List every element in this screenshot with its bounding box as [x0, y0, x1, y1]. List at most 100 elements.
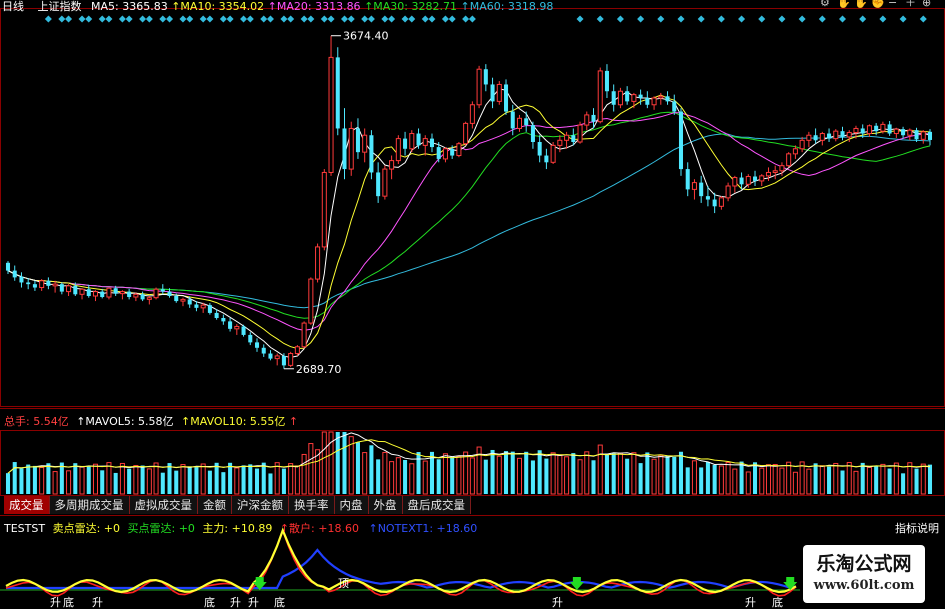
signal-diamond	[361, 15, 369, 23]
volume-bar-up	[456, 456, 462, 495]
candle-body-up	[516, 117, 522, 129]
candle-body-down	[281, 355, 286, 366]
volume-bar-down	[5, 473, 11, 494]
candle-body-down	[483, 69, 488, 85]
candle-body-up	[564, 134, 570, 141]
period-label[interactable]: 日线	[2, 0, 24, 13]
signal-diamond	[697, 15, 705, 23]
tab-1[interactable]: 多周期成交量	[49, 496, 130, 514]
signal-diamond	[186, 15, 194, 23]
signal-label: 底	[772, 595, 783, 609]
volume-bar-up	[39, 467, 45, 495]
total-volume: 总手: 5.54亿	[4, 415, 69, 428]
candle-body-down	[927, 131, 933, 140]
candle-body-down	[604, 70, 609, 92]
candle-body-up	[409, 133, 415, 150]
volume-bar-down	[705, 461, 710, 494]
hand-icon[interactable]: ✋	[837, 0, 851, 9]
candle-body-up	[469, 104, 475, 124]
high-label: 3674.40	[343, 30, 389, 43]
volume-bar-up	[234, 467, 240, 495]
candle-body-down	[901, 129, 906, 136]
volume-bar-down	[59, 462, 64, 494]
tab-6[interactable]: 内盘	[334, 496, 369, 514]
signal-diamond	[758, 15, 766, 23]
tab-2[interactable]: 虚拟成交量	[129, 496, 198, 514]
settings-icon[interactable]: ⚙	[820, 0, 830, 9]
volume-bar-up	[866, 466, 872, 495]
indicator-tabs: 成交量 多周期成交量 虚拟成交量 金额 沪深金额 换手率 内盘 外盘 盘后成交量	[4, 496, 471, 514]
volume-bar-down	[813, 463, 818, 494]
candle-body-up	[52, 283, 58, 287]
signal-diamond	[576, 15, 584, 23]
candle-body-down	[241, 326, 246, 335]
volume-arrow: ↑	[288, 415, 299, 428]
volume-bar-up	[180, 464, 186, 495]
tab-0[interactable]: 成交量	[4, 496, 50, 514]
indicator-help-button[interactable]: 指标说明	[895, 520, 939, 536]
volume-bar-down	[113, 472, 118, 494]
volume-bar-down	[625, 458, 630, 494]
tab-7[interactable]: 外盘	[368, 496, 403, 514]
candle-body-down	[5, 262, 11, 271]
notext1-line	[6, 548, 797, 590]
volume-bar-up	[772, 464, 778, 495]
candle-body-up	[745, 176, 751, 185]
volume-bar-down	[914, 468, 919, 494]
candle-body-down	[860, 128, 865, 134]
volume-bar-up	[564, 456, 570, 495]
signal-diamond	[462, 15, 470, 23]
candle-body-down	[490, 84, 495, 102]
candle-body-up	[315, 246, 321, 280]
tab-4[interactable]: 沪深金额	[232, 496, 289, 514]
fist-icon[interactable]: ✊	[871, 0, 885, 9]
volume-bar-down	[12, 462, 17, 494]
candle-body-down	[665, 96, 670, 102]
plus-icon[interactable]: ＋	[905, 0, 916, 9]
ma5-line	[7, 88, 931, 358]
tab-5[interactable]: 换手率	[289, 496, 335, 514]
volume-bar-down	[241, 465, 246, 494]
volume-bar-up	[846, 462, 852, 495]
ma20-line	[7, 112, 931, 331]
candle-body-down	[187, 299, 192, 305]
candle-body-up	[732, 177, 738, 187]
candle-body-down	[827, 133, 832, 139]
volume-bar-down	[221, 472, 226, 494]
candle-body-up	[786, 153, 792, 167]
signal-label: 升	[50, 596, 61, 609]
candle-body-down	[254, 342, 260, 348]
candle-body-down	[914, 130, 919, 140]
candle-body-up	[718, 197, 724, 207]
tab-3[interactable]: 金额	[198, 496, 232, 514]
volume-bar-up	[920, 463, 926, 495]
volume-header: 总手: 5.54亿 ↑MAVOL5: 5.58亿 ↑MAVOL10: 5.55亿…	[4, 413, 298, 429]
signal-diamond	[738, 15, 746, 23]
watermark-title: 乐淘公式网	[816, 553, 912, 575]
volume-bar-up	[631, 452, 637, 495]
volume-bar-down	[483, 459, 488, 494]
candle-body-up	[301, 322, 307, 348]
chart-canvas[interactable]: ⚙ ✋ ✋ ✊ − ＋ ⊕3674.402689.70升底升底升升底顶升升底	[0, 0, 945, 609]
candle-body-up	[846, 132, 852, 138]
zoom-icon[interactable]: ⊕	[922, 0, 931, 9]
volume-bar-down	[174, 470, 179, 494]
signal-diamond	[280, 15, 288, 23]
candle-body-down	[705, 196, 710, 200]
candle-body-up	[550, 144, 556, 163]
candle-body-up	[348, 127, 354, 170]
candle-body-up	[631, 94, 637, 102]
signal-diamond	[677, 15, 685, 23]
candle-body-down	[739, 177, 744, 185]
tab-8[interactable]: 盘后成交量	[402, 496, 471, 514]
signal-diamond	[44, 15, 52, 23]
volume-bar-up	[658, 454, 664, 495]
volume-bar-up	[786, 461, 792, 495]
minus-icon[interactable]: −	[888, 0, 897, 9]
signal-label: 底	[63, 595, 74, 609]
volume-bar-up	[550, 452, 556, 495]
hand-icon[interactable]: ✋	[854, 0, 868, 9]
candle-body-down	[887, 124, 892, 134]
candle-body-up	[557, 139, 563, 146]
signal-diamond	[428, 15, 436, 23]
